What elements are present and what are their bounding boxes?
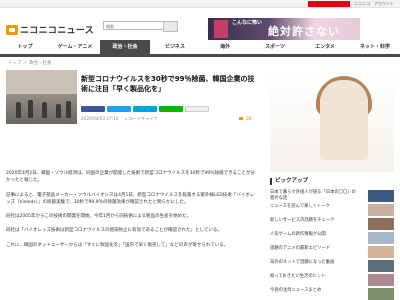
twitter-share-button[interactable] bbox=[107, 106, 131, 112]
nav-item-top[interactable]: トップ bbox=[0, 40, 50, 54]
ad-subtext: こんなに怖い bbox=[232, 20, 263, 26]
thumbnail-person bbox=[56, 104, 61, 118]
pickup-item-thumbnail bbox=[368, 260, 394, 272]
article-title: 新型コロナウイルスを30秒で99％除菌、韓国企業の技術に注目「早く製品化を」 bbox=[81, 75, 255, 93]
nav-item-sports[interactable]: スポーツ bbox=[250, 40, 300, 54]
top-link-niconico[interactable]: ニコニコ bbox=[354, 0, 370, 7]
comment-icon bbox=[239, 116, 243, 120]
pickup-item[interactable]: 新しいサービスの話題をチェック bbox=[270, 218, 394, 231]
pickup-item-thumbnail bbox=[368, 246, 394, 258]
pickup-item[interactable]: ニュースを読んで楽しくトーク bbox=[270, 204, 394, 217]
niconico-site-link[interactable] bbox=[308, 0, 350, 7]
top-utility-links: ニコニコ アカウント bbox=[308, 0, 394, 7]
article-paragraph: 同社は「バイオレッズ技術は新型コロナウイルスの感染防止に有効であることが確認され… bbox=[6, 228, 222, 234]
site-header: ニコニコニュース 検索 こんなに怖い 絶対許さない bbox=[0, 8, 400, 40]
pickup-item-thumbnail bbox=[368, 204, 394, 216]
sidebar-ad-image bbox=[270, 70, 394, 172]
pickup-item[interactable]: 今週の注目ニュースまとめ bbox=[270, 288, 394, 300]
pocket-share-button[interactable] bbox=[185, 106, 209, 112]
article-meta: 2020/04/03 17:10 レコードチャイナ 36 bbox=[81, 116, 251, 122]
facebook-share-button[interactable] bbox=[81, 106, 105, 112]
pickup-item[interactable]: 人気ゲームの新作情報が公開 bbox=[270, 232, 394, 245]
search-input[interactable]: 検索 bbox=[103, 21, 178, 32]
breadcrumb[interactable]: トップ ＞ 政治・社会 bbox=[8, 60, 51, 66]
pickup-item[interactable]: 知っておきたい生活のヒント bbox=[270, 274, 394, 287]
pickup-item-thumbnail bbox=[368, 218, 394, 230]
pickup-item-text: 今週の注目ニュースまとめ bbox=[270, 288, 322, 293]
share-buttons bbox=[81, 106, 209, 112]
pickup-item[interactable]: 海外のネットで話題になった動画 bbox=[270, 260, 394, 273]
thumbnail-person bbox=[16, 102, 21, 118]
pickup-list: 日本で暮らす外国人が語る「日本の〇〇」の意外な話 ニュースを読んで楽しくトーク … bbox=[270, 190, 394, 300]
pickup-item-thumbnail bbox=[368, 288, 394, 300]
pickup-item-text: 新しいサービスの話題をチェック bbox=[270, 218, 335, 223]
header-ad-banner[interactable]: こんなに怖い 絶対許さない bbox=[208, 18, 360, 40]
pickup-item[interactable]: 話題のアニメの最新エピソード bbox=[270, 246, 394, 259]
pickup-item-thumbnail bbox=[368, 274, 394, 286]
pickup-item-text: 話題のアニメの最新エピソード bbox=[270, 246, 331, 251]
search-placeholder: 検索 bbox=[106, 24, 114, 29]
pickup-item-thumbnail bbox=[368, 190, 394, 202]
pickup-item-thumbnail bbox=[368, 232, 394, 244]
ad-book-image bbox=[214, 20, 228, 38]
article-body: 2020年4月2日、韓国・ソウル経済は、同国の企業が開発した技術で新型コロナウイ… bbox=[6, 170, 256, 256]
article-source[interactable]: レコードチャイナ bbox=[125, 116, 158, 122]
article-paragraph: 2020年4月2日、韓国・ソウル経済は、同国の企業が開発した技術で新型コロナウイ… bbox=[6, 171, 256, 184]
nav-item-net-science[interactable]: ネット・科学 bbox=[350, 40, 400, 54]
nav-item-politics-society[interactable]: 政治・社会 bbox=[100, 40, 150, 54]
nav-item-business[interactable]: ビジネス bbox=[150, 40, 200, 54]
site-logo[interactable]: ニコニコニュース bbox=[6, 23, 94, 36]
sidebar-ad[interactable] bbox=[270, 70, 394, 172]
line-share-button[interactable] bbox=[159, 106, 183, 112]
thumbnail-building bbox=[6, 70, 77, 94]
ad-headline: 絶対許さない bbox=[268, 25, 340, 38]
article-header: 新型コロナウイルスを30秒で99％除菌、韓国企業の技術に注目「早く製品化を」 2… bbox=[6, 70, 258, 126]
pickup-heading: ピックアップ bbox=[270, 178, 394, 185]
search-button[interactable] bbox=[163, 21, 178, 32]
article-thumbnail[interactable] bbox=[6, 70, 77, 124]
page: ニコニコ アカウント ニコニコニュース 検索 こんなに怖い 絶対許さない トップ… bbox=[0, 0, 400, 300]
pickup-item[interactable]: 日本で暮らす外国人が語る「日本の〇〇」の意外な話 bbox=[270, 190, 394, 203]
main-content: 新型コロナウイルスを30秒で99％除菌、韓国企業の技術に注目「早く製品化を」 2… bbox=[0, 68, 262, 300]
article-date: 2020/04/03 17:10 bbox=[81, 116, 119, 121]
comment-count[interactable]: 36 bbox=[246, 116, 251, 121]
article-paragraph: 記事によると、電子部品メーカー・ソウルバイオシスは4月1日、新型コロナウイルスを… bbox=[6, 192, 255, 205]
nav-item-entertainment[interactable]: エンタメ bbox=[300, 40, 350, 54]
article-paragraph: これに、韓国のネットユーザーからは「すぐに製品化を」「国内で早く販売して」などの… bbox=[6, 242, 229, 248]
pickup-item-text: 人気ゲームの新作情報が公開 bbox=[270, 232, 326, 237]
article-paragraph: 同社は2005年からこの技術の開発を開始。今年1月から同技術による製品の生産を始… bbox=[6, 214, 192, 220]
category-nav: トップ ゲーム・アニメ 政治・社会 ビジネス 海外 スポーツ エンタメ ネット・… bbox=[0, 40, 400, 57]
thumbnail-person bbox=[42, 102, 47, 118]
pickup-item-text: 日本で暮らす外国人が語る「日本の〇〇」の意外な話 bbox=[270, 190, 356, 201]
thumbnail-person bbox=[66, 101, 71, 118]
pickup-item-text: ニュースを読んで楽しくトーク bbox=[270, 204, 330, 209]
nav-item-game-anime[interactable]: ゲーム・アニメ bbox=[50, 40, 100, 54]
hatena-share-button[interactable] bbox=[133, 106, 157, 112]
logo-text: ニコニコニュース bbox=[20, 25, 94, 35]
pickup-item-text: 海外のネットで話題になった動画 bbox=[270, 260, 335, 265]
pickup-item-text: 知っておきたい生活のヒント bbox=[270, 274, 326, 279]
top-link-account[interactable]: アカウント bbox=[374, 0, 394, 7]
ad-character bbox=[320, 80, 368, 160]
tv-icon bbox=[6, 24, 18, 35]
thumbnail-person bbox=[28, 100, 33, 118]
top-utility-bar: ニコニコ アカウント bbox=[0, 0, 400, 8]
nav-item-overseas[interactable]: 海外 bbox=[200, 40, 250, 54]
